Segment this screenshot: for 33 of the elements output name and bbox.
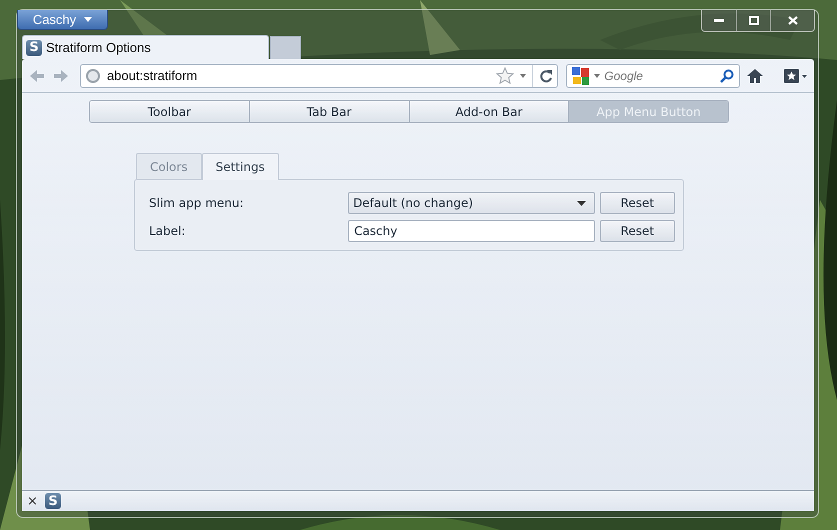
app-menu-button[interactable]: Caschy <box>17 10 108 30</box>
reset-button[interactable]: Reset <box>600 220 675 242</box>
caret-icon <box>84 17 92 22</box>
section-tab[interactable]: Toolbar <box>90 101 249 122</box>
maximize-button[interactable] <box>736 10 770 31</box>
home-icon[interactable] <box>746 68 764 84</box>
search-engine-icon[interactable] <box>572 66 590 84</box>
minimize-button[interactable] <box>702 10 736 31</box>
browser-tab[interactable]: S Stratiform Options <box>22 35 269 59</box>
search-box[interactable]: Google <box>566 64 740 88</box>
logo-icon: S <box>26 40 42 56</box>
logo-icon[interactable]: S <box>45 493 61 509</box>
star-icon[interactable] <box>496 67 514 84</box>
address-field[interactable]: about:stratiform <box>80 64 558 88</box>
close-button[interactable] <box>770 10 814 31</box>
text-field[interactable]: Caschy <box>348 220 595 242</box>
reload-icon[interactable] <box>539 68 554 82</box>
reset-button[interactable]: Reset <box>600 192 675 214</box>
search-icon[interactable] <box>720 68 734 82</box>
setting-label: Slim app menu: <box>149 196 245 210</box>
minimize-icon <box>714 19 724 22</box>
close-button[interactable]: × <box>27 494 37 508</box>
caret-icon <box>576 200 586 206</box>
settings-tab[interactable]: Settings <box>202 153 279 180</box>
setting-label: Label: <box>149 224 186 238</box>
section-tab[interactable]: Add-on Bar <box>408 101 568 122</box>
dropdown[interactable]: Default (no change) <box>348 192 595 214</box>
bookmarks-icon[interactable] <box>784 68 808 84</box>
maximize-icon <box>748 16 758 25</box>
close-icon <box>788 16 798 25</box>
dropdown-icon[interactable] <box>520 74 526 78</box>
section-tab[interactable]: Tab Bar <box>248 101 408 122</box>
dropdown-icon[interactable] <box>594 74 600 78</box>
